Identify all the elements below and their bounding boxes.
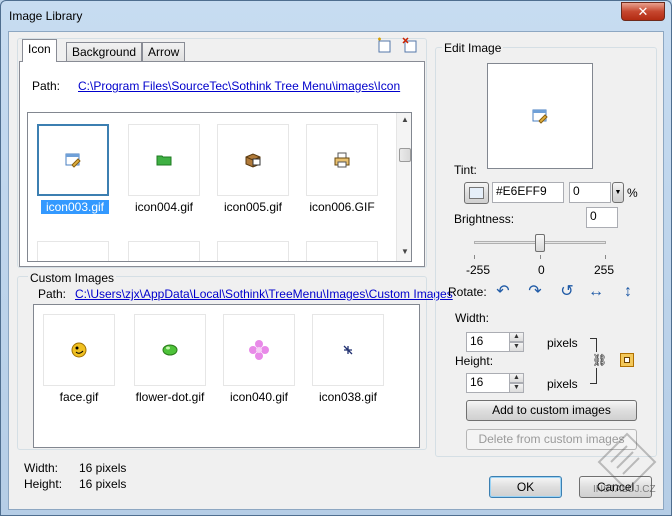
brightness-slider[interactable]	[474, 234, 606, 261]
pink-flower-icon	[249, 340, 269, 360]
slider-mid-label: 0	[538, 263, 545, 277]
tint-color-button[interactable]	[464, 182, 489, 204]
thumbnail-label[interactable]: icon006.GIF	[294, 200, 390, 214]
thumbnail[interactable]	[37, 124, 109, 196]
scroll-up-icon[interactable]: ▲	[397, 115, 411, 124]
watermark-text: INSTALUJ.CZ	[593, 484, 656, 495]
package-icon	[245, 153, 261, 168]
thumbnail[interactable]	[43, 314, 115, 386]
flip-horizontal-icon[interactable]: ↔	[587, 283, 605, 301]
library-group: Icon Background Arrow Path: C:\Program F…	[17, 37, 427, 268]
edit-width-input[interactable]: 16	[466, 332, 510, 352]
thumbnail-label[interactable]: icon040.gif	[211, 390, 307, 404]
title-bar[interactable]: Image Library ✕	[1, 1, 671, 31]
icon-path-label: Path:	[32, 79, 61, 93]
thumbnail[interactable]	[128, 124, 200, 196]
percent-sign: %	[627, 186, 638, 200]
brightness-label: Brightness:	[454, 212, 515, 226]
height-pixels-label: pixels	[547, 377, 578, 391]
face-icon	[71, 342, 87, 358]
thumbnail[interactable]	[134, 314, 206, 386]
edit-window-icon	[65, 153, 81, 168]
thumbnail-label[interactable]: icon005.gif	[205, 200, 301, 214]
thumbnail[interactable]	[306, 124, 378, 196]
info-width-value: 16 pixels	[79, 461, 127, 475]
rotate-left-icon[interactable]: ↶	[494, 283, 512, 301]
custom-path-label: Path:	[38, 287, 67, 301]
preview-box	[487, 63, 593, 169]
tint-dropdown-icon[interactable]: ▼	[612, 182, 624, 203]
add-to-custom-button[interactable]: Add to custom images	[466, 400, 637, 421]
custom-image-list[interactable]: face.gif flower-dot.gif icon040.gif icon…	[33, 304, 420, 448]
thumbnail[interactable]	[217, 241, 289, 261]
width-spin-up-icon[interactable]: ▲	[509, 332, 524, 342]
height-spin-down-icon[interactable]: ▼	[509, 383, 524, 393]
edit-image-group: Edit Image Tint: #E6EFF9 0 ▼ % Brightnes…	[435, 41, 657, 457]
printer-icon	[334, 152, 350, 168]
icon-tab-panel: Path: C:\Program Files\SourceTec\Sothink…	[19, 61, 425, 267]
arrows-icon	[343, 345, 353, 355]
flip-vertical-icon[interactable]: ↕	[619, 283, 637, 301]
thumbnail-label[interactable]: face.gif	[34, 390, 127, 404]
thumbnail-label[interactable]: icon004.gif	[116, 200, 212, 214]
thumbnail-label[interactable]: flower-dot.gif	[122, 390, 218, 404]
green-folder-icon	[156, 155, 172, 166]
close-button[interactable]: ✕	[621, 2, 665, 21]
slider-max-label: 255	[594, 263, 615, 277]
tint-hex-input[interactable]: #E6EFF9	[492, 182, 564, 203]
edit-width-label: Width:	[455, 311, 490, 325]
edit-image-label: Edit Image	[442, 41, 504, 55]
height-spin-up-icon[interactable]: ▲	[509, 373, 524, 383]
image-library-window: Image Library ✕ Icon Background Arrow Pa…	[0, 0, 672, 516]
thumbnail[interactable]	[306, 241, 378, 261]
tab-icon[interactable]: Icon	[22, 39, 57, 62]
rotate-label: Rotate:	[448, 285, 487, 299]
thumbnail[interactable]	[37, 241, 109, 261]
preview-edit-window-icon	[532, 109, 548, 124]
scroll-down-icon[interactable]: ▼	[397, 247, 411, 256]
edit-height-label: Height:	[455, 354, 494, 368]
custom-images-group: Custom Images Path: C:\Users\zjx\AppData…	[17, 271, 453, 450]
thumbnail[interactable]	[217, 124, 289, 196]
icon-image-list[interactable]: icon003.gif icon004.gif icon005.gif icon…	[27, 112, 412, 262]
scrollbar-thumb[interactable]	[399, 148, 411, 162]
actual-size-icon[interactable]	[620, 353, 634, 367]
thumbnail-label[interactable]: icon003.gif	[41, 200, 109, 214]
tab-arrow[interactable]: Arrow	[142, 42, 186, 62]
thumbnail[interactable]	[128, 241, 200, 261]
dialog-client: Icon Background Arrow Path: C:\Program F…	[8, 31, 664, 510]
tab-background[interactable]: Background	[66, 42, 143, 62]
brightness-input[interactable]: 0	[586, 207, 618, 228]
info-height-label: Height:	[24, 477, 63, 491]
tint-label: Tint:	[454, 163, 477, 177]
slider-min-label: -255	[466, 263, 491, 277]
ok-button[interactable]: OK	[489, 476, 562, 498]
chain-link-icon[interactable]: ⛓	[592, 352, 607, 368]
tint-swatch	[469, 187, 484, 199]
rotate-right-icon[interactable]: ↷	[526, 283, 544, 301]
width-spin-down-icon[interactable]: ▼	[509, 342, 524, 352]
rotate-180-icon[interactable]: ↺	[558, 283, 576, 301]
slider-tick-mid	[540, 255, 541, 259]
width-pixels-label: pixels	[547, 336, 578, 350]
custom-path-link[interactable]: C:\Users\zjx\AppData\Local\Sothink\TreeM…	[75, 287, 453, 301]
edit-height-input[interactable]: 16	[466, 373, 510, 393]
icon-list-scrollbar[interactable]: ▲ ▼	[396, 113, 411, 261]
thumbnail[interactable]	[312, 314, 384, 386]
info-width-label: Width:	[24, 461, 59, 475]
info-height-value: 16 pixels	[79, 477, 127, 491]
slider-thumb[interactable]	[535, 234, 545, 252]
window-title: Image Library	[9, 9, 83, 23]
delete-image-icon[interactable]	[402, 37, 418, 53]
green-dot-icon	[162, 344, 178, 356]
watermark-logo	[597, 432, 657, 492]
add-image-icon[interactable]	[376, 37, 392, 53]
thumbnail-label[interactable]: icon038.gif	[300, 390, 396, 404]
thumbnail[interactable]	[223, 314, 295, 386]
tint-percent-input[interactable]: 0	[569, 182, 611, 203]
custom-images-label: Custom Images	[28, 271, 117, 285]
icon-path-link[interactable]: C:\Program Files\SourceTec\Sothink Tree …	[78, 79, 400, 93]
